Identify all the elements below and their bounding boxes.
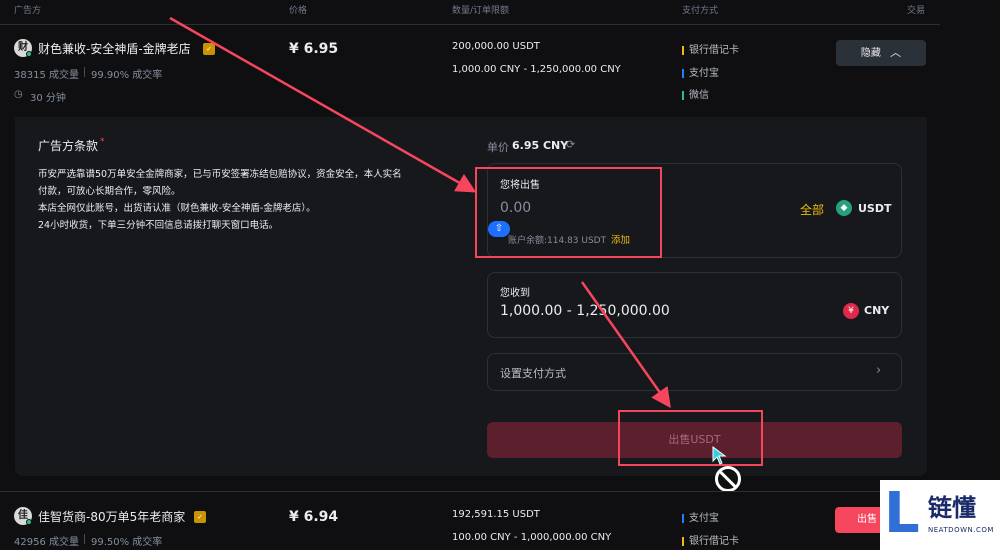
logo-text: 链懂	[928, 494, 976, 522]
not-allowed-icon	[715, 466, 741, 492]
annotation-arrow	[580, 281, 671, 409]
order-count: 42956 成交量	[14, 537, 79, 548]
mouse-cursor-icon	[712, 446, 727, 465]
logo-url: NEATDOWN.COM	[928, 526, 994, 534]
stat-divider	[84, 534, 85, 544]
payment-method: 银行借记卡	[682, 532, 739, 547]
row-divider	[0, 491, 940, 492]
watermark-logo: L 链懂 NEATDOWN.COM	[880, 480, 1000, 550]
logo-letter: L	[884, 481, 920, 546]
online-dot	[26, 519, 32, 525]
verified-merchant-icon: ✓	[194, 511, 206, 523]
payment-method: 支付宝	[682, 509, 719, 524]
merchant-name[interactable]: 佳智货商-80万单5年老商家	[38, 508, 185, 525]
payment-color-bar	[682, 513, 684, 523]
annotation-arrows	[169, 16, 671, 409]
ad-price: ¥ 6.94	[289, 509, 339, 525]
available-amount: 192,591.15 USDT	[452, 509, 540, 520]
annotation-arrow	[169, 16, 477, 193]
order-limit: 100.00 CNY - 1,000,000.00 CNY	[452, 532, 612, 543]
completion-rate: 99.50% 成交率	[91, 537, 163, 548]
payment-color-bar	[682, 536, 684, 546]
